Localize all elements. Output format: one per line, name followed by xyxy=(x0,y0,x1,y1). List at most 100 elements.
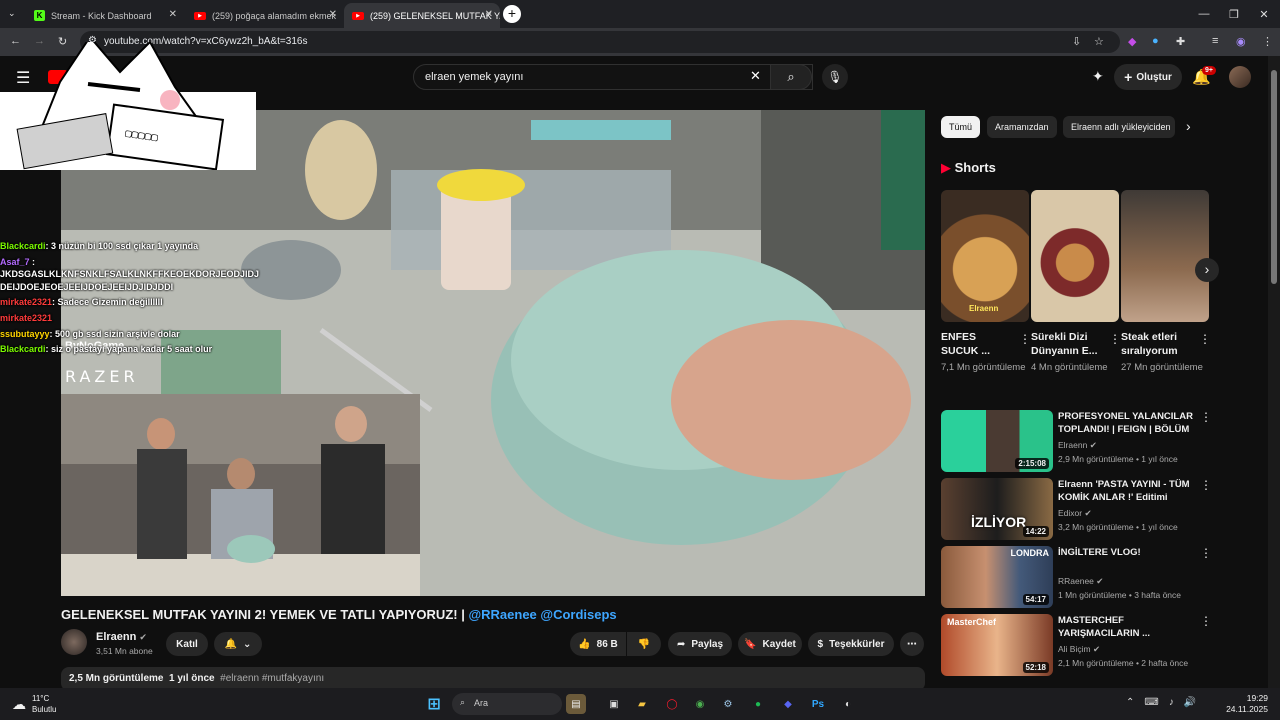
windows-taskbar: ☁ 11°C Bulutlu ⊞ ⌕ Ara ▤ ▣ ▰ ◯ ◉ ⚙ ● ◆ Ps … xyxy=(0,688,1280,720)
restore-button[interactable]: ❐ xyxy=(1218,0,1250,28)
video-thumbnail: İZLİYOR 14:22 xyxy=(941,478,1053,540)
system-tray[interactable]: ⌃⌨♪🔊 xyxy=(1126,697,1206,708)
tab-youtube-mutfak[interactable]: ▶ (259) GELENEKSEL MUTFAK YA... ✕ xyxy=(344,3,500,28)
youtube-page: ☰ elraen yemek yayını ✕ ⌕ 🎙 ✦ + Oluştur 🔔… xyxy=(0,42,1268,691)
youtube-icon: ▶ xyxy=(352,11,364,20)
recommended-video[interactable]: İZLİYOR 14:22 Elraenn 'PASTA YAYINI - TÜM… xyxy=(941,478,1212,540)
short-menu-icon[interactable]: ⋮ xyxy=(1019,332,1031,346)
chevron-down-icon: ⌄ xyxy=(243,638,252,650)
photoshop-icon[interactable]: Ps xyxy=(808,694,828,714)
like-button[interactable]: 👍 86 B xyxy=(570,632,626,656)
scrollbar-thumb[interactable] xyxy=(1271,70,1277,284)
thanks-label: Teşekkürler xyxy=(829,638,885,650)
extension-icon[interactable]: ◆ xyxy=(1128,35,1136,48)
video-meta: 1 Mn görüntüleme • 3 hafta önce xyxy=(1058,590,1181,600)
short-item[interactable]: Steak etleri sıralıyorum 27 Mn görüntüle… xyxy=(1121,190,1211,374)
extension-icon[interactable]: ● xyxy=(1152,35,1159,47)
new-tab-button[interactable]: + xyxy=(503,5,521,23)
bookmark-star-icon[interactable]: ☆ xyxy=(1094,35,1104,48)
thanks-button[interactable]: $ Teşekkürler xyxy=(808,632,894,656)
chat-user: Asaf_7 xyxy=(0,256,30,267)
save-button[interactable]: 🔖 Kaydet xyxy=(738,632,802,656)
extensions-puzzle-icon[interactable]: ✚ xyxy=(1176,35,1185,48)
menu-dots-icon[interactable]: ⋮ xyxy=(1262,35,1273,48)
short-menu-icon[interactable]: ⋮ xyxy=(1109,332,1121,346)
short-title: ENFES SUCUK ... xyxy=(941,331,991,357)
recommended-video[interactable]: 2:15:08 PROFESYONEL YALANCILAR TOPLANDI!… xyxy=(941,410,1212,472)
short-item[interactable]: Elraenn ENFES SUCUK ... 7,1 Mn görüntüle… xyxy=(941,190,1031,374)
tab-youtube-pogaca[interactable]: ▶ (259) poğaça alamadım ekmek ✕ xyxy=(186,3,344,28)
page-scrollbar[interactable] xyxy=(1268,56,1280,688)
video-menu-icon[interactable]: ⋮ xyxy=(1200,410,1212,424)
tab-list-chevron-icon[interactable]: ⌄ xyxy=(8,8,16,19)
cat-sticker-overlay: ▢▢▢▢▢ xyxy=(0,42,256,170)
video-menu-icon[interactable]: ⋮ xyxy=(1200,478,1212,492)
channel-avatar[interactable] xyxy=(61,629,87,655)
share-button[interactable]: ➦ Paylaş xyxy=(668,632,732,656)
discord-icon[interactable]: ◆ xyxy=(778,694,798,714)
chip-from-uploader[interactable]: Elraenn adlı yükleyiciden xyxy=(1063,116,1175,138)
close-tab-icon[interactable]: ✕ xyxy=(329,9,337,20)
spotify-icon[interactable]: ● xyxy=(748,694,768,714)
short-menu-icon[interactable]: ⋮ xyxy=(1199,332,1211,346)
chat-message: Blackcardi: 3 nüzün bi 100 ssd çıkar 1 y… xyxy=(0,241,199,251)
voice-search-button[interactable]: 🎙 xyxy=(822,64,848,90)
search-button[interactable]: ⌕ xyxy=(770,64,812,90)
video-title: PROFESYONEL YALANCILAR TOPLANDI! | FEIGN… xyxy=(1058,411,1193,435)
short-thumbnail: Elraenn xyxy=(941,190,1029,322)
close-tab-icon[interactable]: ✕ xyxy=(485,9,493,20)
channel-text: Elraenn xyxy=(1058,440,1088,450)
channel-name-text: Elraenn xyxy=(96,631,137,643)
chip-from-search[interactable]: Aramanızdan xyxy=(987,116,1057,138)
subscriber-count: 3,51 Mn abone xyxy=(96,646,153,656)
install-app-icon[interactable]: ⇩ xyxy=(1072,35,1081,48)
video-title-tags[interactable]: @RRaenee @Cordiseps xyxy=(468,607,616,622)
app-icon[interactable]: ◐ xyxy=(838,694,858,714)
task-view-icon[interactable]: ▣ xyxy=(604,694,624,714)
video-menu-icon[interactable]: ⋮ xyxy=(1200,614,1212,628)
tab-kick-dashboard[interactable]: K Stream - Kick Dashboard ✕ xyxy=(26,3,184,28)
video-menu-icon[interactable]: ⋮ xyxy=(1200,546,1212,560)
share-icon: ➦ xyxy=(676,638,686,650)
more-actions-button[interactable]: ⋯ xyxy=(900,632,924,656)
shorts-next-button[interactable]: › xyxy=(1195,258,1219,282)
profile-icon[interactable]: ◉ xyxy=(1236,35,1246,48)
join-button[interactable]: Katıl xyxy=(166,632,208,656)
widgets-icon[interactable]: ▤ xyxy=(566,694,586,714)
create-button[interactable]: + Oluştur xyxy=(1114,64,1182,90)
opera-icon[interactable]: ◯ xyxy=(662,694,682,714)
short-item[interactable]: Sürekli Dizi Dünyanın E... 4 Mn görüntül… xyxy=(1031,190,1121,374)
channel-text: Edixor xyxy=(1058,508,1083,518)
chip-all[interactable]: Tümü xyxy=(941,116,981,138)
hashtags[interactable]: #elraenn #mutfakyayını xyxy=(220,673,324,684)
taskbar-search[interactable]: ⌕ Ara xyxy=(452,693,562,715)
recommended-video[interactable]: MasterChef 52:18 MASTERCHEF YARIŞMACILARI… xyxy=(941,614,1212,676)
taskbar-search-label: Ara xyxy=(474,698,489,708)
verified-icon: ✔ xyxy=(1092,644,1101,654)
channel-text: Ali Biçim xyxy=(1058,644,1091,654)
channel-name[interactable]: Elraenn ✔ xyxy=(96,631,147,643)
subscription-bell-button[interactable]: 🔔 ⌄ xyxy=(214,632,262,656)
chips-next-icon[interactable]: › xyxy=(1186,118,1191,134)
chat-text: 3 nüzün bi 100 ssd çıkar 1 yayında xyxy=(51,241,199,251)
close-window-button[interactable]: ✕ xyxy=(1248,0,1280,28)
recommended-video[interactable]: LONDRA 54:17 İNGİLTERE VLOG! RRaenee ✔ 1 … xyxy=(941,546,1212,608)
file-explorer-icon[interactable]: ▰ xyxy=(632,694,652,714)
webcam-overlay xyxy=(61,394,420,596)
clock[interactable]: 19:29 24.11.2025 xyxy=(1224,693,1268,715)
dislike-button[interactable]: 👎 xyxy=(627,632,661,656)
reading-list-icon[interactable]: ≡ xyxy=(1212,35,1218,47)
chrome-icon[interactable]: ◉ xyxy=(690,694,710,714)
close-tab-icon[interactable]: ✕ xyxy=(169,9,177,20)
minimize-button[interactable]: — xyxy=(1188,0,1220,28)
video-title: İNGİLTERE VLOG! xyxy=(1058,547,1141,558)
clear-search-icon[interactable]: ✕ xyxy=(750,68,761,84)
bell-icon: 🔔 xyxy=(224,638,238,650)
video-title: GELENEKSEL MUTFAK YAYINI 2! YEMEK VE TAT… xyxy=(61,607,617,622)
chat-user: mirkate2321 xyxy=(0,312,53,323)
premium-icon[interactable]: ✦ xyxy=(1092,68,1104,85)
steam-icon[interactable]: ⚙ xyxy=(718,694,738,714)
avatar[interactable] xyxy=(1229,66,1251,88)
weather-widget[interactable]: ☁ 11°C Bulutlu xyxy=(12,693,56,715)
start-icon[interactable]: ⊞ xyxy=(424,694,444,714)
